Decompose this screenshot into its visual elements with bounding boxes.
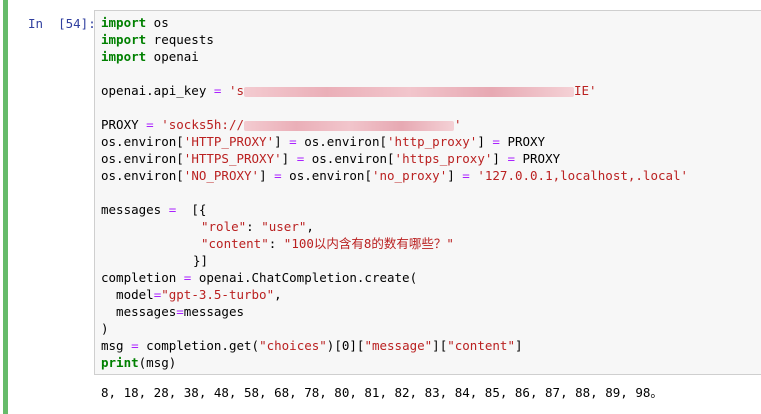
cell-selection-bar (3, 0, 8, 414)
code-token: = (289, 134, 297, 149)
code-token: ] (447, 168, 463, 183)
code-line: model="gpt-3.5-turbo", (101, 286, 688, 303)
code-line-proxy: PROXY = 'socks5h:// ' (101, 116, 688, 133)
code-token: ] (281, 151, 297, 166)
code-token: = (146, 117, 154, 132)
code-token: messages (101, 202, 169, 217)
code-token: "role" (201, 219, 247, 234)
code-token: )[0][ (326, 338, 365, 353)
keyword: import (101, 32, 147, 47)
code-token: 'no_proxy' (371, 168, 448, 183)
code-token: "content" (447, 338, 515, 353)
code-token: 'NO_PROXY' (183, 168, 260, 183)
code-token: '127.0.0.1,localhost,.local' (469, 168, 689, 183)
code-token: ] (492, 151, 508, 166)
code-token: openai.ChatCompletion.create( (191, 270, 418, 285)
code-token: 'socks5h:// (153, 117, 244, 132)
code-token: 'HTTP_PROXY' (183, 134, 275, 149)
code-token: os.environ[ (101, 134, 184, 149)
code-line: }] (101, 252, 688, 269)
code-token: messages (183, 304, 245, 319)
code-token: completion (101, 270, 184, 285)
redacted-proxy-address (244, 120, 454, 131)
code-text[interactable]: import os import requests import openai … (101, 14, 688, 371)
code-token: = (274, 168, 282, 183)
code-token: = (507, 151, 515, 166)
code-line: os.environ['HTTP_PROXY'] = os.environ['h… (101, 133, 688, 150)
code-token: os.environ[ (101, 168, 184, 183)
code-token: os.environ[ (101, 151, 184, 166)
code-token: PROXY (514, 151, 561, 166)
code-line: import os (101, 14, 688, 31)
notebook-cell[interactable]: In [54]: import os import requests impor… (0, 0, 761, 414)
code-line: msg = completion.get("choices")[0]["mess… (101, 337, 688, 354)
code-token: 'HTTPS_PROXY' (183, 151, 282, 166)
code-line: os.environ['NO_PROXY'] = os.environ['no_… (101, 167, 688, 184)
code-token: os.environ[ (281, 168, 372, 183)
code-token: os.environ[ (296, 134, 388, 149)
code-token: os (146, 15, 169, 30)
code-line: ) (101, 320, 688, 337)
code-token: : (246, 219, 262, 234)
code-token: = (462, 168, 470, 183)
code-token: "content" (201, 236, 269, 251)
code-line: import openai (101, 48, 688, 65)
code-line: os.environ['HTTPS_PROXY'] = os.environ['… (101, 150, 688, 167)
code-token: msg (101, 338, 132, 353)
code-token: [{ (176, 202, 207, 217)
code-token: (msg) (138, 355, 177, 370)
code-line: completion = openai.ChatCompletion.creat… (101, 269, 688, 286)
code-token: openai (146, 49, 199, 64)
code-token: PROXY (499, 134, 546, 149)
builtin-print: print (101, 355, 139, 370)
code-token: ] (259, 168, 275, 183)
code-line: messages = [{ (101, 201, 688, 218)
code-token: "choices" (259, 338, 327, 353)
code-token: PROXY (101, 117, 147, 132)
code-token: ] (514, 338, 523, 353)
code-token: 'https_proxy' (394, 151, 493, 166)
code-token: "gpt-3.5-turbo" (161, 287, 275, 302)
code-token: completion.get( (138, 338, 260, 353)
redacted-api-key (244, 86, 574, 97)
code-token: 's (221, 83, 244, 98)
code-token: messages (101, 304, 177, 319)
code-token: : (268, 236, 284, 251)
code-token: ' (454, 117, 462, 132)
code-line-api-key: openai.api_key = 's IE' (101, 82, 688, 99)
code-line: messages=messages (101, 303, 688, 320)
code-line: import requests (101, 31, 688, 48)
code-token: requests (146, 32, 214, 47)
code-token: , (274, 287, 282, 302)
code-token: model (101, 287, 154, 302)
cell-output: 8, 18, 28, 38, 48, 58, 68, 78, 80, 81, 8… (101, 385, 663, 400)
code-token: IE' (574, 83, 597, 98)
keyword: import (101, 49, 147, 64)
code-token: os.environ[ (304, 151, 395, 166)
code-token: = (131, 338, 139, 353)
code-line: "content": "100以内含有8的数有哪些？" (101, 235, 688, 252)
code-token: 'http_proxy' (387, 134, 478, 149)
code-token: = (176, 304, 184, 319)
code-token: ][ (432, 338, 448, 353)
code-token: ] (477, 134, 493, 149)
code-token: ] (274, 134, 290, 149)
code-token: ) (101, 321, 109, 336)
code-token: }] (193, 253, 209, 268)
input-prompt: In [54]: (28, 16, 96, 31)
code-token: "100以内含有8的数有哪些？" (283, 236, 454, 251)
code-token: , (306, 219, 314, 234)
code-token: = (492, 134, 500, 149)
code-line: print(msg) (101, 354, 688, 371)
code-token: "message" (364, 338, 433, 353)
code-line: "role": "user", (101, 218, 688, 235)
code-token: openai.api_key (101, 83, 214, 98)
keyword: import (101, 15, 147, 30)
code-token: "user" (261, 219, 307, 234)
